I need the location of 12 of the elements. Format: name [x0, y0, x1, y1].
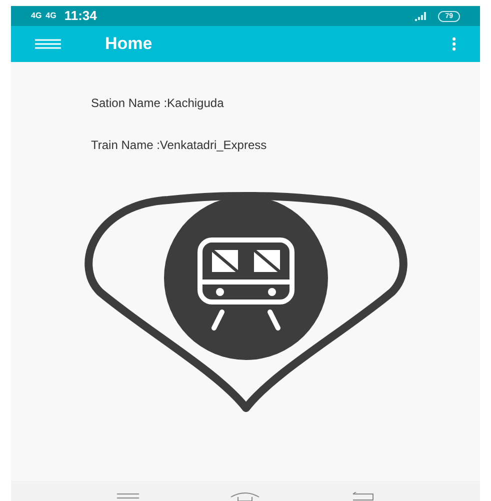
app-title: Home — [105, 33, 152, 56]
detail-text: Sation Name :Kachiguda — [91, 96, 225, 110]
back-icon[interactable] — [350, 492, 374, 501]
signal-label: 4G — [46, 12, 56, 20]
status-time: 11:34 — [64, 7, 97, 26]
more-options-icon[interactable] — [452, 37, 456, 51]
detail-text: Train Name :Venkatadri_Express — [91, 138, 268, 152]
signal-label: 4G — [31, 12, 42, 20]
menu-icon[interactable] — [35, 39, 61, 49]
home-icon[interactable] — [230, 491, 260, 501]
signal-icon — [414, 11, 428, 21]
menu-icon[interactable] — [116, 493, 138, 501]
